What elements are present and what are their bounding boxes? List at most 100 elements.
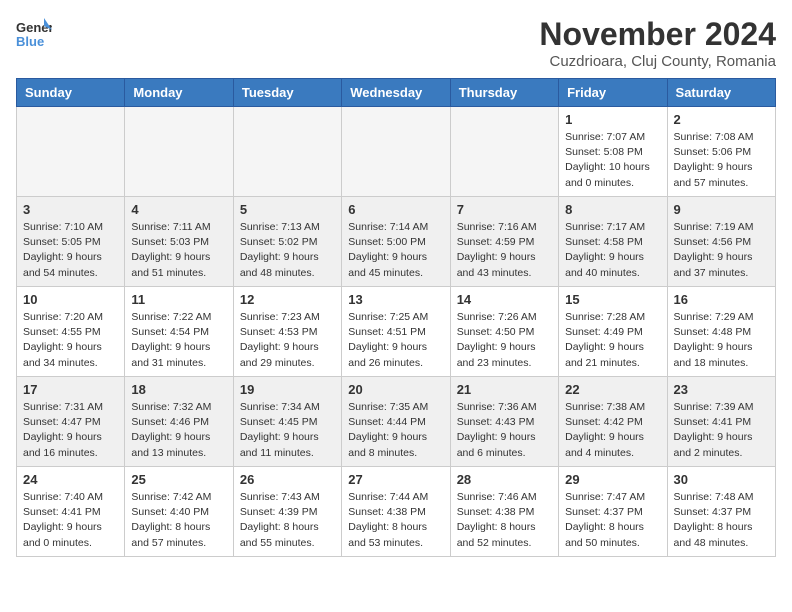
day-info: Sunrise: 7:35 AMSunset: 4:44 PMDaylight:… [348, 400, 443, 461]
table-cell: 19 Sunrise: 7:34 AMSunset: 4:45 PMDayligh… [233, 377, 341, 467]
logo: General Blue [16, 16, 56, 52]
header-tuesday: Tuesday [233, 79, 341, 107]
day-info: Sunrise: 7:40 AMSunset: 4:41 PMDaylight:… [23, 490, 118, 551]
table-cell: 3Sunrise: 7:10 AMSunset: 5:05 PMDaylight… [17, 197, 125, 287]
table-cell: 26Sunrise: 7:43 AMSunset: 4:39 PMDayligh… [233, 467, 341, 557]
table-cell: 18 Sunrise: 7:32 AMSunset: 4:46 PMDayligh… [125, 377, 233, 467]
day-info: Sunrise: 7:38 AMSunset: 4:42 PMDaylight:… [565, 400, 660, 461]
day-info: Sunrise: 7:08 AMSunset: 5:06 PMDaylight:… [674, 130, 769, 191]
header-wednesday: Wednesday [342, 79, 450, 107]
table-cell: 12 Sunrise: 7:23 AMSunset: 4:53 PMDayligh… [233, 287, 341, 377]
month-year-title: November 2024 [539, 16, 776, 53]
day-info: Sunrise: 7:47 AMSunset: 4:37 PMDaylight:… [565, 490, 660, 551]
calendar-header-row: Sunday Monday Tuesday Wednesday Thursday… [17, 79, 776, 107]
week-row-4: 17 Sunrise: 7:31 AMSunset: 4:47 PMDayligh… [17, 377, 776, 467]
day-info: Sunrise: 7:26 AMSunset: 4:50 PMDaylight:… [457, 310, 552, 371]
table-cell: 4 Sunrise: 7:11 AMSunset: 5:03 PMDaylight… [125, 197, 233, 287]
day-number: 26 [240, 472, 335, 487]
day-info: Sunrise: 7:11 AMSunset: 5:03 PMDaylight:… [131, 220, 226, 281]
day-number: 23 [674, 382, 769, 397]
table-cell [233, 107, 341, 197]
calendar-table: Sunday Monday Tuesday Wednesday Thursday… [16, 78, 776, 557]
header-friday: Friday [559, 79, 667, 107]
week-row-2: 3Sunrise: 7:10 AMSunset: 5:05 PMDaylight… [17, 197, 776, 287]
table-cell: 28 Sunrise: 7:46 AMSunset: 4:38 PMDayligh… [450, 467, 558, 557]
day-number: 30 [674, 472, 769, 487]
table-cell: 25 Sunrise: 7:42 AMSunset: 4:40 PMDayligh… [125, 467, 233, 557]
day-number: 19 [240, 382, 335, 397]
header-sunday: Sunday [17, 79, 125, 107]
day-number: 7 [457, 202, 552, 217]
day-number: 3 [23, 202, 118, 217]
day-number: 2 [674, 112, 769, 127]
table-cell: 27Sunrise: 7:44 AMSunset: 4:38 PMDayligh… [342, 467, 450, 557]
day-info: Sunrise: 7:13 AMSunset: 5:02 PMDaylight:… [240, 220, 335, 281]
day-info: Sunrise: 7:22 AMSunset: 4:54 PMDaylight:… [131, 310, 226, 371]
day-info: Sunrise: 7:39 AMSunset: 4:41 PMDaylight:… [674, 400, 769, 461]
table-cell: 15Sunrise: 7:28 AMSunset: 4:49 PMDayligh… [559, 287, 667, 377]
day-info: Sunrise: 7:32 AMSunset: 4:46 PMDaylight:… [131, 400, 226, 461]
day-info: Sunrise: 7:17 AMSunset: 4:58 PMDaylight:… [565, 220, 660, 281]
day-info: Sunrise: 7:36 AMSunset: 4:43 PMDaylight:… [457, 400, 552, 461]
day-number: 8 [565, 202, 660, 217]
table-cell: 6Sunrise: 7:14 AMSunset: 5:00 PMDaylight… [342, 197, 450, 287]
day-info: Sunrise: 7:19 AMSunset: 4:56 PMDaylight:… [674, 220, 769, 281]
day-number: 10 [23, 292, 118, 307]
table-cell: 9 Sunrise: 7:19 AMSunset: 4:56 PMDaylight… [667, 197, 775, 287]
table-cell: 10Sunrise: 7:20 AMSunset: 4:55 PMDayligh… [17, 287, 125, 377]
table-cell: 23 Sunrise: 7:39 AMSunset: 4:41 PMDayligh… [667, 377, 775, 467]
day-number: 1 [565, 112, 660, 127]
day-info: Sunrise: 7:44 AMSunset: 4:38 PMDaylight:… [348, 490, 443, 551]
day-info: Sunrise: 7:29 AMSunset: 4:48 PMDaylight:… [674, 310, 769, 371]
day-number: 13 [348, 292, 443, 307]
day-number: 11 [131, 292, 226, 307]
day-number: 20 [348, 382, 443, 397]
week-row-1: 1 Sunrise: 7:07 AMSunset: 5:08 PMDaylight… [17, 107, 776, 197]
table-cell: 21 Sunrise: 7:36 AMSunset: 4:43 PMDayligh… [450, 377, 558, 467]
table-cell: 29 Sunrise: 7:47 AMSunset: 4:37 PMDayligh… [559, 467, 667, 557]
day-number: 5 [240, 202, 335, 217]
day-number: 4 [131, 202, 226, 217]
day-number: 22 [565, 382, 660, 397]
table-cell: 11 Sunrise: 7:22 AMSunset: 4:54 PMDayligh… [125, 287, 233, 377]
day-info: Sunrise: 7:46 AMSunset: 4:38 PMDaylight:… [457, 490, 552, 551]
header-monday: Monday [125, 79, 233, 107]
table-cell: 13 Sunrise: 7:25 AMSunset: 4:51 PMDayligh… [342, 287, 450, 377]
day-info: Sunrise: 7:28 AMSunset: 4:49 PMDaylight:… [565, 310, 660, 371]
table-cell: 24 Sunrise: 7:40 AMSunset: 4:41 PMDayligh… [17, 467, 125, 557]
header: General Blue November 2024 Cuzdrioara, C… [16, 16, 776, 70]
day-number: 25 [131, 472, 226, 487]
header-thursday: Thursday [450, 79, 558, 107]
logo-icon: General Blue [16, 16, 52, 52]
day-number: 29 [565, 472, 660, 487]
table-cell: 14Sunrise: 7:26 AMSunset: 4:50 PMDayligh… [450, 287, 558, 377]
day-info: Sunrise: 7:23 AMSunset: 4:53 PMDaylight:… [240, 310, 335, 371]
table-cell: 8 Sunrise: 7:17 AMSunset: 4:58 PMDaylight… [559, 197, 667, 287]
day-number: 17 [23, 382, 118, 397]
table-cell: 17 Sunrise: 7:31 AMSunset: 4:47 PMDayligh… [17, 377, 125, 467]
week-row-3: 10Sunrise: 7:20 AMSunset: 4:55 PMDayligh… [17, 287, 776, 377]
table-cell: 16 Sunrise: 7:29 AMSunset: 4:48 PMDayligh… [667, 287, 775, 377]
day-info: Sunrise: 7:31 AMSunset: 4:47 PMDaylight:… [23, 400, 118, 461]
day-info: Sunrise: 7:07 AMSunset: 5:08 PMDaylight:… [565, 130, 660, 191]
day-info: Sunrise: 7:25 AMSunset: 4:51 PMDaylight:… [348, 310, 443, 371]
header-saturday: Saturday [667, 79, 775, 107]
table-cell: 5 Sunrise: 7:13 AMSunset: 5:02 PMDaylight… [233, 197, 341, 287]
day-info: Sunrise: 7:16 AMSunset: 4:59 PMDaylight:… [457, 220, 552, 281]
day-number: 12 [240, 292, 335, 307]
day-number: 16 [674, 292, 769, 307]
day-info: Sunrise: 7:42 AMSunset: 4:40 PMDaylight:… [131, 490, 226, 551]
day-info: Sunrise: 7:34 AMSunset: 4:45 PMDaylight:… [240, 400, 335, 461]
day-number: 21 [457, 382, 552, 397]
day-number: 28 [457, 472, 552, 487]
table-cell: 20 Sunrise: 7:35 AMSunset: 4:44 PMDayligh… [342, 377, 450, 467]
day-number: 18 [131, 382, 226, 397]
table-cell [450, 107, 558, 197]
day-info: Sunrise: 7:14 AMSunset: 5:00 PMDaylight:… [348, 220, 443, 281]
day-number: 24 [23, 472, 118, 487]
table-cell [17, 107, 125, 197]
week-row-5: 24 Sunrise: 7:40 AMSunset: 4:41 PMDayligh… [17, 467, 776, 557]
day-info: Sunrise: 7:48 AMSunset: 4:37 PMDaylight:… [674, 490, 769, 551]
table-cell: 1 Sunrise: 7:07 AMSunset: 5:08 PMDaylight… [559, 107, 667, 197]
day-number: 9 [674, 202, 769, 217]
